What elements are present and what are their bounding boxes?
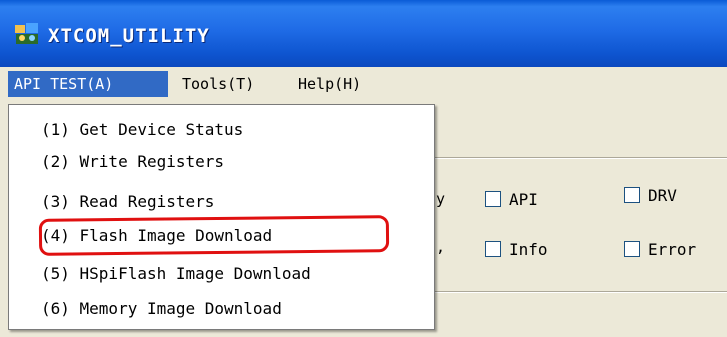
checkbox-box[interactable] <box>485 191 501 207</box>
partial-label: , <box>436 238 446 256</box>
menu-item-write-registers[interactable]: (2) Write Registers <box>41 147 224 177</box>
checkbox-label: Error <box>648 239 697 259</box>
application-window: XTCOM_UTILITY API TEST(A) Tools(T) Help(… <box>0 0 727 337</box>
bottom-separator <box>430 291 727 293</box>
menu-bar: API TEST(A) Tools(T) Help(H) <box>0 67 727 102</box>
window-title: XTCOM_UTILITY <box>48 25 210 47</box>
checkbox-error[interactable]: Error <box>624 238 696 260</box>
menu-item-get-device-status[interactable]: (1) Get Device Status <box>41 115 243 145</box>
menu-api-test[interactable]: API TEST(A) <box>8 71 168 97</box>
partial-label: y <box>436 190 446 208</box>
checkbox-box[interactable] <box>485 241 501 257</box>
menu-item-memory-image-download[interactable]: (6) Memory Image Download <box>41 294 282 324</box>
checkbox-label: Info <box>509 239 548 259</box>
app-icon <box>15 23 38 44</box>
menu-item-hspiflash-image-download[interactable]: (5) HSpiFlash Image Download <box>41 259 311 289</box>
group-separator <box>430 157 727 159</box>
title-bar[interactable]: XTCOM_UTILITY <box>0 0 727 67</box>
api-test-dropdown-menu: (1) Get Device Status (2) Write Register… <box>8 104 435 330</box>
menu-help[interactable]: Help(H) <box>292 71 367 97</box>
checkbox-box[interactable] <box>624 187 640 203</box>
annotation-highlight-ring <box>38 215 390 256</box>
menu-item-read-registers[interactable]: (3) Read Registers <box>41 187 214 217</box>
menu-tools[interactable]: Tools(T) <box>176 71 260 97</box>
checkbox-api[interactable]: API <box>485 188 538 210</box>
checkbox-label: API <box>509 189 538 209</box>
checkbox-box[interactable] <box>624 241 640 257</box>
checkbox-drv[interactable]: DRV <box>624 184 677 206</box>
checkbox-info[interactable]: Info <box>485 238 548 260</box>
checkbox-label: DRV <box>648 185 677 205</box>
